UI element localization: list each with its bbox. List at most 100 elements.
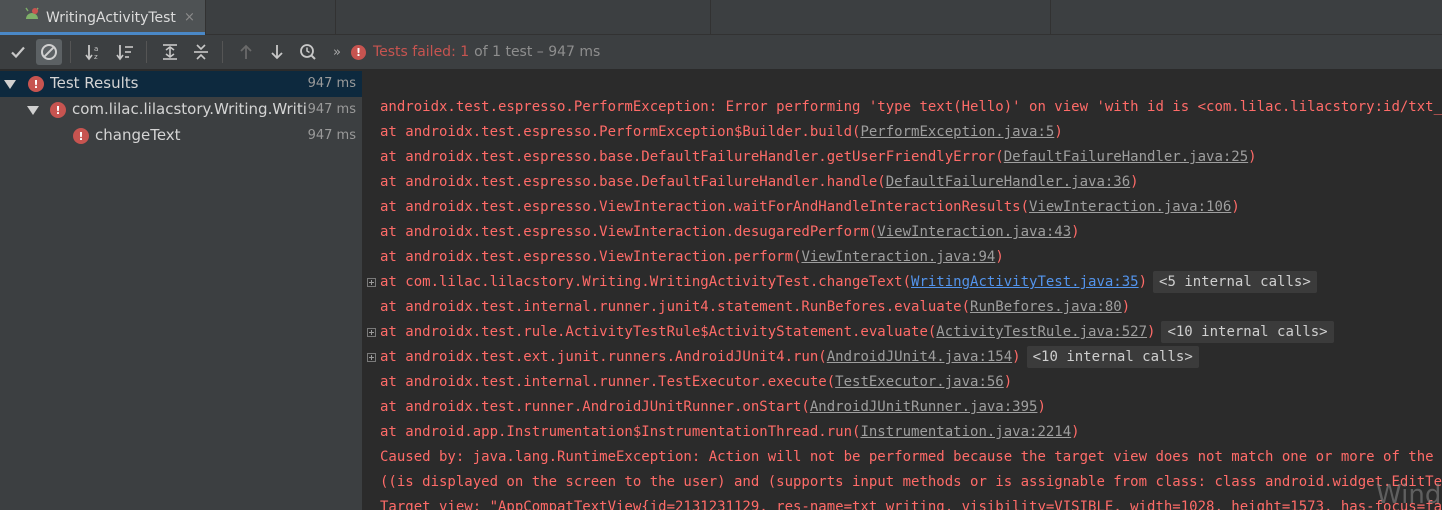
console-line-text: at androidx.test.internal.runner.TestExe… bbox=[380, 374, 836, 390]
tree-row-label: Test Results bbox=[50, 74, 139, 92]
console-line-text: at androidx.test.espresso.PerformExcepti… bbox=[380, 124, 861, 140]
stack-frame-link[interactable]: ViewInteraction.java:94 bbox=[801, 249, 995, 265]
console-line: at androidx.test.runner.AndroidJUnitRunn… bbox=[380, 395, 1046, 420]
console-line: at androidx.test.internal.runner.TestExe… bbox=[380, 370, 1012, 395]
internal-calls-toggle[interactable]: <5 internal calls> bbox=[1153, 271, 1317, 293]
show-ignored-button[interactable] bbox=[36, 39, 62, 65]
console-line-text: androidx.test.espresso.PerformException:… bbox=[380, 99, 1442, 115]
console-line: at androidx.test.internal.runner.junit4.… bbox=[380, 295, 1130, 320]
console-line-text: ) bbox=[1231, 199, 1240, 215]
stack-frame-link[interactable]: PerformException.java:5 bbox=[860, 124, 1054, 140]
expand-fold-icon[interactable] bbox=[367, 278, 376, 287]
console-line: Target view: "AppCompatTextView{id=21312… bbox=[380, 495, 1442, 510]
close-icon[interactable]: × bbox=[184, 10, 195, 25]
error-icon: ! bbox=[73, 128, 89, 144]
tab-bar-spacer bbox=[336, 0, 711, 35]
console-line: at androidx.test.espresso.ViewInteractio… bbox=[380, 245, 1004, 270]
console-line: at androidx.test.espresso.base.DefaultFa… bbox=[380, 145, 1257, 170]
test-output-console[interactable]: androidx.test.espresso.PerformException:… bbox=[364, 71, 1442, 510]
check-icon bbox=[11, 46, 25, 59]
collapse-all-icon bbox=[194, 44, 208, 60]
tree-row-duration: 947 ms bbox=[307, 128, 356, 143]
tree-row-test-method[interactable]: ! changeText 947 ms bbox=[0, 123, 362, 149]
stack-frame-link[interactable]: ActivityTestRule.java:527 bbox=[936, 324, 1147, 340]
console-line: at android.app.Instrumentation$Instrumen… bbox=[380, 420, 1080, 445]
internal-calls-toggle[interactable]: <10 internal calls> bbox=[1026, 346, 1199, 368]
internal-calls-toggle[interactable]: <10 internal calls> bbox=[1161, 321, 1334, 343]
history-icon bbox=[300, 44, 316, 60]
previous-failed-button[interactable] bbox=[233, 39, 259, 65]
console-line: ((is displayed on the screen to the user… bbox=[380, 470, 1442, 495]
stack-frame-link[interactable]: WritingActivityTest.java:35 bbox=[911, 274, 1139, 290]
tab-bar-spacer bbox=[711, 0, 1051, 35]
console-line: at androidx.test.espresso.ViewInteractio… bbox=[380, 220, 1080, 245]
sort-alphabetically-button[interactable]: az bbox=[81, 39, 107, 65]
console-line: Caused by: java.lang.RuntimeException: A… bbox=[380, 445, 1442, 470]
collapse-all-button[interactable] bbox=[188, 39, 214, 65]
console-line-text: at androidx.test.ext.junit.runners.Andro… bbox=[380, 349, 827, 365]
toolbar-separator bbox=[70, 41, 71, 63]
console-line-text: ) bbox=[1071, 224, 1080, 240]
sort-by-duration-button[interactable] bbox=[112, 39, 138, 65]
console-line: at androidx.test.ext.junit.runners.Andro… bbox=[380, 345, 1199, 370]
console-line-text: ) bbox=[1130, 174, 1139, 190]
stack-frame-link[interactable]: AndroidJUnitRunner.java:395 bbox=[810, 399, 1038, 415]
expand-arrow-icon[interactable] bbox=[27, 106, 39, 115]
toolbar-separator bbox=[146, 41, 147, 63]
windows-activation-watermark: Windows bbox=[1376, 480, 1442, 510]
editor-tab-bar: WritingActivityTest × bbox=[0, 0, 1442, 35]
expand-fold-icon[interactable] bbox=[367, 328, 376, 337]
console-line-text: at androidx.test.espresso.base.DefaultFa… bbox=[380, 174, 886, 190]
stack-frame-link[interactable]: AndroidJUnit4.java:154 bbox=[827, 349, 1012, 365]
expand-fold-icon[interactable] bbox=[367, 353, 376, 362]
console-line: at androidx.test.espresso.ViewInteractio… bbox=[380, 195, 1240, 220]
cancel-icon bbox=[41, 44, 57, 60]
expand-all-icon bbox=[163, 44, 177, 60]
stack-frame-link[interactable]: ViewInteraction.java:43 bbox=[877, 224, 1071, 240]
test-runner-toolbar: az » ! Tests failed: 1 of 1 test – 947 m… bbox=[0, 35, 1442, 70]
stack-frame-link[interactable]: Instrumentation.java:2214 bbox=[860, 424, 1071, 440]
stack-frame-link[interactable]: RunBefores.java:80 bbox=[970, 299, 1122, 315]
console-line-text: at androidx.test.rule.ActivityTestRule$A… bbox=[380, 324, 937, 340]
error-icon: ! bbox=[50, 102, 66, 118]
console-line-text: ) bbox=[995, 249, 1004, 265]
console-line-text: at androidx.test.espresso.ViewInteractio… bbox=[380, 249, 802, 265]
arrow-down-icon bbox=[271, 45, 283, 60]
next-failed-button[interactable] bbox=[264, 39, 290, 65]
console-line-text: ) bbox=[1003, 374, 1013, 390]
console-line-text: ) bbox=[1037, 399, 1046, 415]
tests-summary-rest: of 1 test – 947 ms bbox=[474, 44, 601, 60]
expand-arrow-icon[interactable] bbox=[4, 80, 16, 89]
stack-frame-link[interactable]: TestExecutor.java:56 bbox=[835, 374, 1004, 390]
test-status-summary: » ! Tests failed: 1 of 1 test – 947 ms bbox=[333, 44, 600, 60]
console-line-text: ) bbox=[1138, 274, 1148, 290]
sort-duration-icon bbox=[116, 45, 133, 61]
stack-frame-link[interactable]: DefaultFailureHandler.java:25 bbox=[1004, 149, 1248, 165]
test-history-button[interactable] bbox=[295, 39, 321, 65]
console-line: androidx.test.espresso.PerformException:… bbox=[380, 95, 1442, 120]
console-line: at com.lilac.lilacstory.Writing.WritingA… bbox=[380, 270, 1317, 295]
android-test-icon bbox=[25, 7, 39, 19]
console-line-text: Target view: "AppCompatTextView{id=21312… bbox=[380, 499, 1442, 510]
error-icon: ! bbox=[28, 76, 44, 92]
console-line-text: ((is displayed on the screen to the user… bbox=[380, 474, 1442, 490]
console-line-text: at com.lilac.lilacstory.Writing.WritingA… bbox=[380, 274, 912, 290]
console-line-text: at androidx.test.internal.runner.junit4.… bbox=[380, 299, 971, 315]
stack-frame-link[interactable]: DefaultFailureHandler.java:36 bbox=[886, 174, 1130, 190]
console-line-text: ) bbox=[1054, 124, 1063, 140]
tests-failed-count: Tests failed: 1 bbox=[372, 44, 470, 60]
overflow-chevron-icon[interactable]: » bbox=[333, 45, 341, 60]
console-line-text: ) bbox=[1012, 349, 1021, 365]
stack-frame-link[interactable]: ViewInteraction.java:106 bbox=[1029, 199, 1231, 215]
tree-row-test-results[interactable]: ! Test Results 947 ms bbox=[0, 71, 362, 97]
console-line-text: ) bbox=[1248, 149, 1257, 165]
tree-row-test-class[interactable]: ! com.lilac.lilacstory.Writing.WritingAc… bbox=[0, 97, 362, 123]
console-line-text: ) bbox=[1147, 324, 1156, 340]
error-icon: ! bbox=[350, 44, 366, 60]
tab-writing-activity-test[interactable]: WritingActivityTest × bbox=[0, 0, 206, 35]
expand-all-button[interactable] bbox=[157, 39, 183, 65]
console-line-text: ) bbox=[1121, 299, 1131, 315]
console-line-text: at androidx.test.runner.AndroidJUnitRunn… bbox=[380, 399, 810, 415]
show-passed-button[interactable] bbox=[5, 39, 31, 65]
console-line: at androidx.test.espresso.base.DefaultFa… bbox=[380, 170, 1139, 195]
